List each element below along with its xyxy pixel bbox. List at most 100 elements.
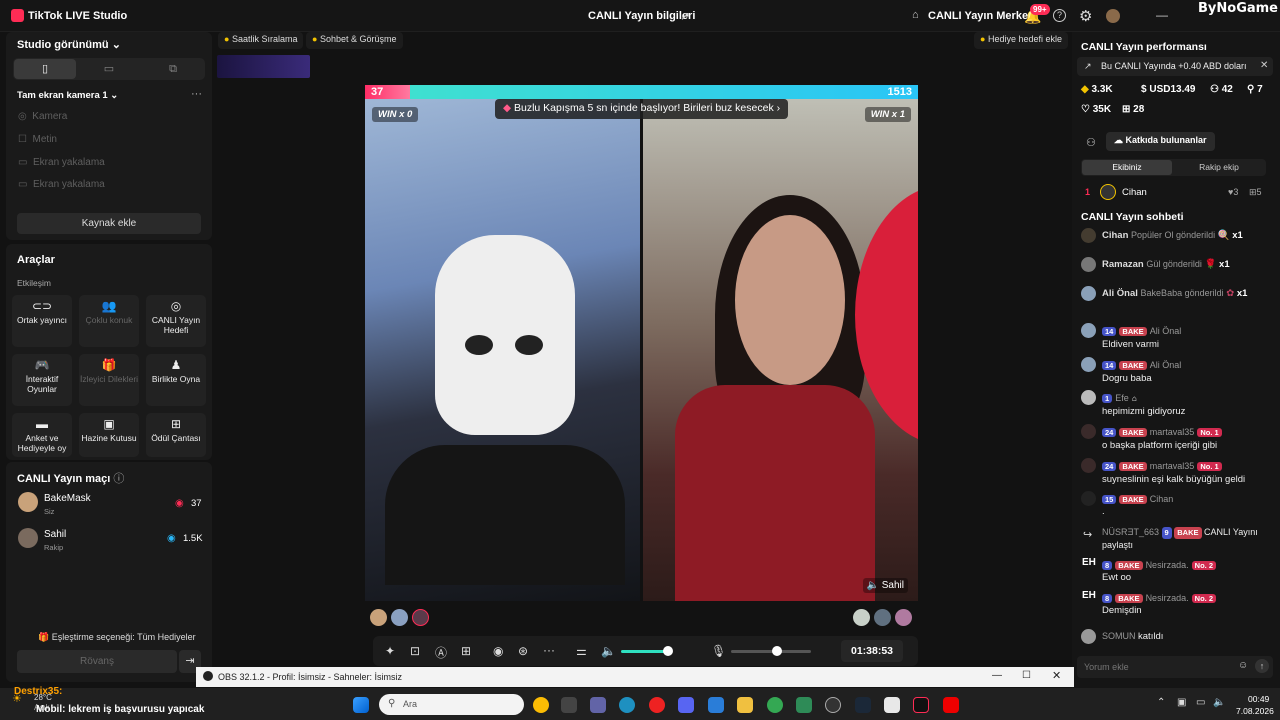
avatar bbox=[1081, 357, 1096, 372]
more-icon[interactable]: ··· bbox=[191, 88, 202, 100]
avatar[interactable] bbox=[370, 609, 387, 626]
mic-icon[interactable]: 🎙 bbox=[711, 644, 726, 658]
portrait-layout-button[interactable]: ▯ bbox=[14, 59, 76, 79]
trend-icon: ↗ bbox=[1084, 61, 1092, 71]
tool-co-host[interactable]: ⊂⊃ Ortak yayıncı bbox=[12, 295, 72, 347]
avatar[interactable] bbox=[391, 609, 408, 626]
score-icon: ◉ bbox=[175, 498, 184, 509]
tool-interactive-games[interactable]: 🎮 İnteraktif Oyunlar bbox=[12, 354, 72, 406]
share-icon[interactable]: ↗ bbox=[680, 9, 692, 23]
app-icon[interactable] bbox=[796, 697, 812, 713]
contributors-button[interactable]: ☁ Katkıda bulunanlar bbox=[1106, 132, 1215, 151]
gift-event: Ali Önal BakeBaba gönderildi ✿ x1 bbox=[1102, 288, 1248, 299]
tool-treasure-box[interactable]: ▣ Hazine Kutusu bbox=[79, 413, 139, 457]
folder-icon[interactable] bbox=[737, 697, 753, 713]
mic-slider-handle[interactable] bbox=[772, 646, 782, 656]
add-gift-goal-chip[interactable]: ● Hediye hedefi ekle bbox=[974, 32, 1069, 49]
avatar[interactable] bbox=[1106, 9, 1120, 23]
opera-icon[interactable] bbox=[649, 697, 665, 713]
tiktok-taskbar-icon[interactable] bbox=[913, 697, 929, 713]
tab-rival[interactable]: Rakip ekip bbox=[1174, 160, 1264, 175]
right-panel: CANLI Yayın performansı ↗ Bu CANLI Yayın… bbox=[1072, 32, 1280, 688]
gamepad-icon: 🎮 bbox=[34, 358, 50, 372]
speaker-icon[interactable]: 🔈 bbox=[601, 644, 616, 658]
send-icon[interactable]: ↑ bbox=[1255, 659, 1269, 673]
effects-icon[interactable]: ✦ bbox=[385, 644, 395, 658]
tool-live-goal[interactable]: ◎ CANLI Yayın Hedefi bbox=[146, 295, 206, 347]
taskbar-search[interactable]: ⚲ Ara bbox=[379, 694, 524, 715]
tab-team[interactable]: Ekibiniz bbox=[1082, 160, 1172, 175]
tool-poll[interactable]: ▬ Anket ve Hediyeyle oy bbox=[12, 413, 72, 457]
chat-talk-chip[interactable]: ● Sohbet & Görüşme bbox=[306, 32, 403, 49]
avatar[interactable] bbox=[412, 609, 429, 626]
tool-viewer-wishes[interactable]: 🎁 İzleyici Dilekleri bbox=[79, 354, 139, 406]
chat-message: 8 BAKE Nesirzada. No. 2 bbox=[1102, 592, 1216, 604]
chat-message: 1 Efe ⌂ bbox=[1102, 392, 1137, 404]
stat-usd: $ USD13.49 bbox=[1141, 84, 1196, 95]
bag-icon: ⊞ bbox=[170, 417, 182, 431]
avatar[interactable] bbox=[895, 609, 912, 626]
chrome-dev-icon[interactable] bbox=[767, 697, 783, 713]
tray-chevron-icon[interactable]: ⌃ bbox=[1157, 697, 1165, 708]
add-user-icon[interactable]: ⚇ bbox=[1086, 136, 1096, 149]
pip-icon[interactable]: ⊞ bbox=[461, 644, 471, 658]
maximize-button[interactable]: ☐ bbox=[1022, 670, 1031, 681]
mail-icon[interactable] bbox=[708, 697, 724, 713]
more-icon[interactable]: ··· bbox=[543, 643, 555, 657]
tool-play-together[interactable]: ♟ Birlikte Oyna bbox=[146, 354, 206, 406]
steam-icon[interactable] bbox=[855, 697, 871, 713]
source-text[interactable]: ☐ Metin bbox=[18, 134, 57, 145]
avatar[interactable] bbox=[874, 609, 891, 626]
info-icon[interactable]: ⓘ bbox=[113, 473, 124, 485]
comment-input[interactable] bbox=[1084, 659, 1224, 675]
hourly-ranking-chip[interactable]: ● Saatlik Sıralama bbox=[218, 32, 304, 49]
discord-icon[interactable] bbox=[678, 697, 694, 713]
tool-multi-guest[interactable]: 👥 Çoklu konuk bbox=[79, 295, 139, 347]
source-screen-capture-1[interactable]: ▭ Ekran yakalama bbox=[18, 157, 105, 168]
settings-sliders-icon[interactable]: ⚌ bbox=[576, 644, 587, 658]
help-icon[interactable]: ? bbox=[1053, 9, 1066, 22]
camera-switch-icon[interactable]: ⊛ bbox=[518, 644, 528, 658]
tray-app-icon[interactable]: ▣ bbox=[1177, 697, 1186, 708]
volume-icon[interactable]: 🔈 bbox=[1213, 697, 1225, 708]
avatar[interactable] bbox=[853, 609, 870, 626]
obs-window-titlebar[interactable]: OBS 32.1.2 - Profil: İsimsiz - Sahneler:… bbox=[196, 667, 1074, 687]
windows-start-icon[interactable] bbox=[353, 697, 369, 713]
matching-option[interactable]: 🎁 Eşleştirme seçeneği: Tüm Hediyeler bbox=[38, 632, 196, 643]
close-icon[interactable]: ✕ bbox=[1260, 60, 1268, 71]
gear-icon[interactable]: ⚙ bbox=[1079, 7, 1092, 25]
record-icon[interactable]: ◉ bbox=[493, 644, 503, 658]
monitor-icon[interactable]: ▭ bbox=[1196, 697, 1205, 708]
capcut-icon[interactable] bbox=[884, 697, 900, 713]
dual-layout-button[interactable]: ⧉ bbox=[142, 59, 204, 79]
obs-taskbar-icon[interactable] bbox=[825, 697, 841, 713]
tool-reward-bag[interactable]: ⊞ Ödül Çantası bbox=[146, 413, 206, 457]
edge-icon[interactable] bbox=[619, 697, 635, 713]
event-banner-image[interactable] bbox=[217, 55, 310, 78]
teams-icon[interactable] bbox=[590, 697, 606, 713]
chrome-icon[interactable] bbox=[533, 697, 549, 713]
volume-slider-handle[interactable] bbox=[663, 646, 673, 656]
earnings-banner[interactable]: ↗ Bu CANLI Yayında +0.40 ABD doları ✕ bbox=[1077, 57, 1273, 76]
emoji-icon[interactable]: ☺ bbox=[1238, 660, 1248, 671]
youtube-icon[interactable] bbox=[943, 697, 959, 713]
comment-box[interactable]: ☺ ↑ bbox=[1077, 656, 1273, 678]
minimize-button[interactable]: — bbox=[1156, 8, 1168, 22]
source-camera[interactable]: ◎ Kamera bbox=[18, 111, 67, 122]
live-center-button[interactable]: CANLI Yayın Merkezi bbox=[928, 10, 1037, 22]
ai-icon[interactable]: Ⓐ bbox=[435, 644, 447, 661]
opponent-name-tag: 🔈 Sahil bbox=[862, 578, 908, 593]
filter-icon[interactable]: ⊡ bbox=[410, 644, 420, 658]
rematch-button[interactable]: Rövanş bbox=[17, 650, 177, 673]
studio-view-title[interactable]: Studio görünümü ⌄ bbox=[17, 38, 121, 51]
store-icon[interactable] bbox=[561, 697, 577, 713]
add-source-button[interactable]: Kaynak ekle bbox=[17, 213, 201, 234]
close-button[interactable]: ✕ bbox=[1052, 669, 1061, 682]
scene-selector[interactable]: Tam ekran kamera 1 ⌄ bbox=[17, 90, 118, 101]
gift-icon: ⊞ bbox=[1249, 187, 1257, 197]
minimize-button[interactable]: — bbox=[992, 670, 1002, 681]
mic-slider[interactable] bbox=[731, 650, 811, 653]
landscape-layout-button[interactable]: ▭ bbox=[78, 59, 140, 79]
source-screen-capture-2[interactable]: ▭ Ekran yakalama bbox=[18, 179, 105, 190]
contributors-icon: ☁ bbox=[1114, 135, 1123, 145]
